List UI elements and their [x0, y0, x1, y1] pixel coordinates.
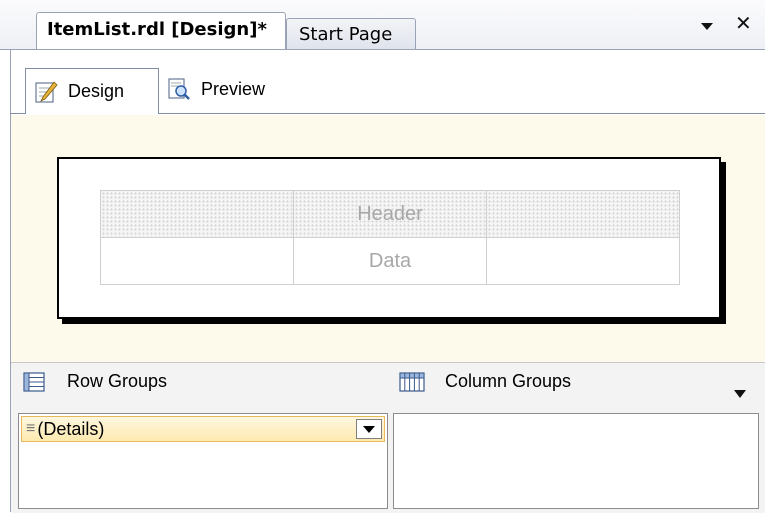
tab-design-label: Design [68, 81, 125, 101]
tablix-header-row: Header [100, 190, 680, 238]
column-groups-list[interactable] [393, 413, 759, 509]
grouping-menu-button[interactable] [733, 386, 747, 404]
column-groups-label: Column Groups [445, 371, 572, 391]
tab-preview-label: Preview [201, 78, 266, 99]
row-groups-label: Row Groups [67, 371, 168, 391]
preview-icon [167, 77, 191, 101]
group-item-label: (Details) [37, 418, 105, 439]
report-body[interactable]: Header Data [57, 157, 721, 319]
details-group-icon: ≡ [26, 420, 36, 437]
tab-start-page[interactable]: Start Page [286, 18, 416, 50]
group-item-details[interactable]: ≡ (Details) [21, 416, 385, 442]
chevron-down-icon [734, 390, 746, 398]
row-groups-icon [23, 371, 45, 392]
row-groups-list[interactable]: ≡ (Details) [18, 413, 388, 509]
header-cell[interactable] [486, 190, 680, 238]
grouping-pane: Row Groups Column Groups ≡ (Details) [11, 362, 765, 513]
data-cell[interactable] [486, 237, 680, 285]
document-tab-strip: ItemList.rdl [Design]* Start Page ✕ [0, 0, 765, 50]
close-button[interactable]: ✕ [735, 11, 752, 35]
tab-itemlist-design[interactable]: ItemList.rdl [Design]* [36, 12, 286, 50]
header-cell[interactable]: Header [293, 190, 487, 238]
tablix[interactable]: Header Data [100, 190, 680, 285]
tab-preview[interactable]: Preview [163, 68, 313, 110]
tab-design[interactable]: Design [25, 68, 159, 114]
chevron-down-icon [701, 23, 713, 30]
close-icon: ✕ [735, 11, 752, 35]
column-groups-header: Column Groups [399, 371, 571, 392]
group-item-dropdown[interactable] [356, 419, 382, 439]
view-tab-strip: Design Preview [10, 60, 765, 114]
design-icon [34, 80, 58, 104]
design-surface[interactable]: Header Data [11, 115, 765, 362]
row-groups-header: Row Groups [23, 371, 167, 392]
header-cell[interactable] [100, 190, 294, 238]
data-cell[interactable]: Data [293, 237, 487, 285]
chevron-down-icon [363, 425, 375, 433]
tablix-data-row: Data [100, 237, 680, 285]
column-groups-icon [399, 371, 425, 392]
data-cell[interactable] [100, 237, 294, 285]
window-position-button[interactable] [700, 14, 714, 38]
